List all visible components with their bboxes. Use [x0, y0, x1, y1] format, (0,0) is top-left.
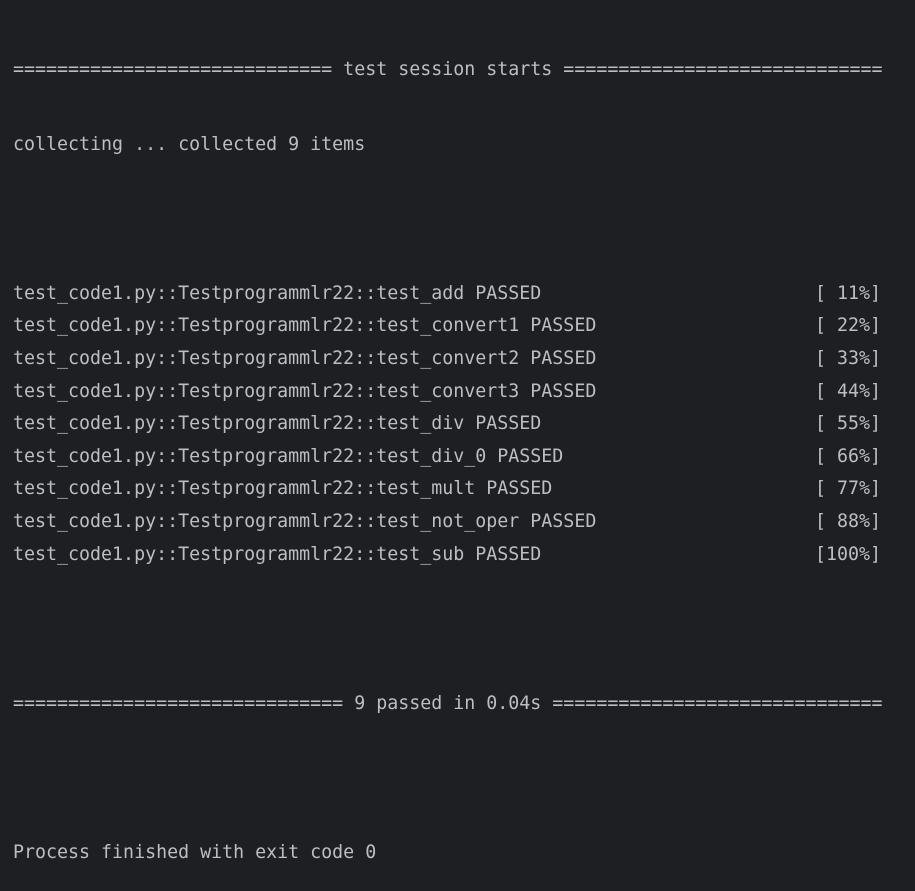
summary-line: ============================== 9 passed … [13, 692, 883, 714]
test-result-row: test_code1.py::Testprogrammlr22::test_co… [13, 343, 893, 376]
test-result-row: test_code1.py::Testprogrammlr22::test_ad… [13, 278, 893, 311]
session-header: ============================= test sessi… [13, 59, 883, 80]
terminal-output: ============================= test sessi… [13, 12, 893, 891]
test-progress: [ 22%] [815, 315, 882, 337]
test-result-row: test_code1.py::Testprogrammlr22::test_mu… [13, 473, 893, 506]
test-result-row: test_code1.py::Testprogrammlr22::test_co… [13, 310, 893, 343]
test-progress: [ 33%] [815, 347, 882, 369]
test-progress: [ 88%] [815, 510, 882, 532]
test-name: test_code1.py::Testprogrammlr22::test_no… [13, 510, 597, 532]
test-name: test_code1.py::Testprogrammlr22::test_co… [13, 380, 597, 402]
test-name: test_code1.py::Testprogrammlr22::test_su… [13, 543, 542, 565]
test-name: test_code1.py::Testprogrammlr22::test_mu… [13, 478, 553, 500]
test-progress: [ 55%] [815, 413, 882, 435]
test-name: test_code1.py::Testprogrammlr22::test_co… [13, 347, 597, 369]
test-name: test_code1.py::Testprogrammlr22::test_di… [13, 413, 542, 435]
test-progress: [ 44%] [815, 380, 882, 402]
test-result-row: test_code1.py::Testprogrammlr22::test_no… [13, 506, 893, 539]
test-name: test_code1.py::Testprogrammlr22::test_co… [13, 315, 597, 337]
test-progress: [ 11%] [815, 282, 882, 304]
test-result-row: test_code1.py::Testprogrammlr22::test_di… [13, 408, 893, 441]
test-progress: [ 77%] [815, 478, 882, 500]
exit-line: Process finished with exit code 0 [13, 841, 377, 863]
test-progress: [ 66%] [815, 445, 882, 467]
test-name: test_code1.py::Testprogrammlr22::test_di… [13, 445, 564, 467]
test-name: test_code1.py::Testprogrammlr22::test_ad… [13, 282, 542, 304]
test-result-row: test_code1.py::Testprogrammlr22::test_di… [13, 441, 893, 474]
results-list: test_code1.py::Testprogrammlr22::test_ad… [13, 278, 893, 571]
test-result-row: test_code1.py::Testprogrammlr22::test_co… [13, 376, 893, 409]
collecting-line: collecting ... collected 9 items [13, 133, 366, 155]
test-progress: [100%] [815, 543, 882, 565]
test-result-row: test_code1.py::Testprogrammlr22::test_su… [13, 539, 893, 572]
